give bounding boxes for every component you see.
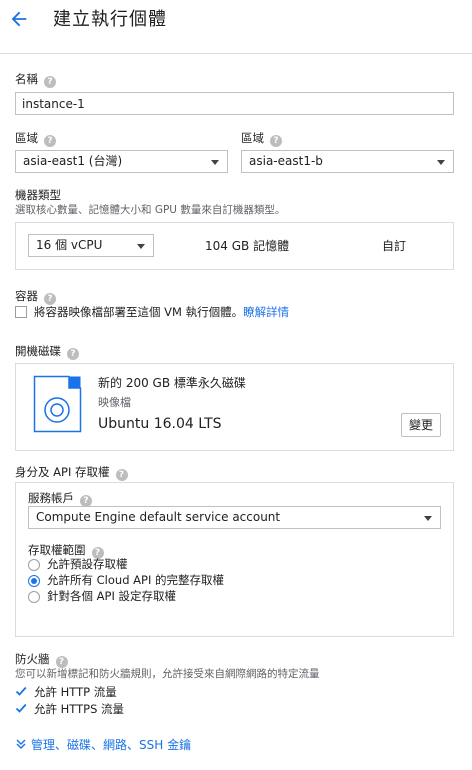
service-account-label: 服務帳戶? [28,491,92,507]
learn-more-link[interactable]: 瞭解詳情 [243,305,289,319]
image-name: Ubuntu 16.04 LTS [98,416,222,432]
help-icon[interactable]: ? [44,76,56,88]
dropdown-caret-icon [211,160,219,165]
image-label: 映像檔 [98,396,131,409]
dropdown-caret-icon [424,516,432,521]
zone-label: 區域? [241,131,282,147]
chevron-double-down-icon [16,739,26,749]
help-icon[interactable]: ? [270,135,282,147]
scope-radio-full[interactable] [28,575,40,587]
dropdown-caret-icon [137,244,145,249]
container-checkbox[interactable] [15,306,27,318]
container-label: 容器? [15,289,56,305]
container-checkbox-label: 將容器映像檔部署至這個 VM 執行個體。瞭解詳情 [34,305,290,319]
scope-radio-default[interactable] [28,559,40,571]
help-icon[interactable]: ? [44,135,56,147]
firewall-label: 防火牆? [15,652,68,668]
boot-disk-description: 新的 200 GB 標準永久磁碟 [98,376,246,390]
app-header: 建立執行個體 [0,0,472,54]
disk-icon [33,375,82,433]
machine-type-label: 機器類型 [15,188,61,202]
region-label: 區域? [15,131,56,147]
service-account-select[interactable]: Compute Engine default service account [28,506,441,529]
management-expand-link[interactable]: 管理、磁碟、網路、SSH 金鑰 [15,737,191,753]
machine-type-description: 選取核心數量、記憶體大小和 GPU 數量來自訂機器類型。 [15,204,286,216]
http-checkbox[interactable] [15,685,27,697]
change-disk-button[interactable]: 變更 [401,413,441,437]
https-checkbox-label: 允許 HTTPS 流量 [34,702,125,716]
dropdown-caret-icon [437,160,445,165]
https-checkbox[interactable] [15,702,27,714]
cpu-select[interactable]: 16 個 vCPU [28,234,154,257]
scope-radio-custom[interactable] [28,591,40,603]
back-arrow-icon[interactable] [8,8,30,30]
scope-label-default: 允許預設存取權 [47,557,128,571]
zone-select[interactable]: asia-east1-b [241,150,454,173]
name-label: 名稱? [15,72,56,88]
scope-label-custom: 針對各個 API 設定存取權 [47,589,177,603]
http-checkbox-label: 允許 HTTP 流量 [34,685,117,699]
help-icon[interactable]: ? [44,293,56,305]
boot-disk-label: 開機磁碟? [15,344,79,360]
identity-label: 身分及 API 存取權? [15,465,128,481]
name-input[interactable] [15,92,454,115]
region-select[interactable]: asia-east1 (台灣) [15,150,228,173]
help-icon[interactable]: ? [67,348,79,360]
page-title: 建立執行個體 [53,9,167,30]
memory-value: 104 GB 記憶體 [205,239,290,253]
help-icon[interactable]: ? [115,469,128,481]
customize-link[interactable]: 自訂 [382,238,406,254]
scope-label-full: 允許所有 Cloud API 的完整存取權 [47,573,225,587]
firewall-description: 您可以新增標記和防火牆規則，允許接受來自網際網路的特定流量 [15,668,320,680]
